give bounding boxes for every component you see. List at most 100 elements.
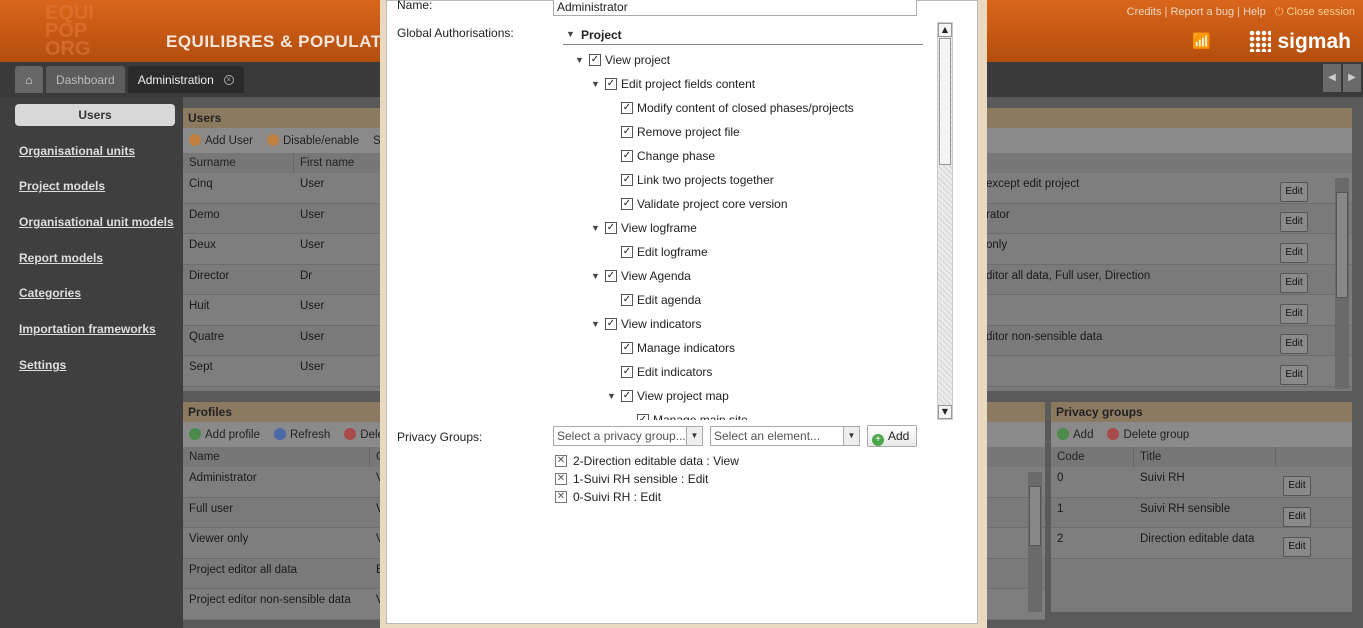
sidebar-item-categories[interactable]: Categories [19, 286, 81, 300]
edit-privacy-group-button[interactable]: Edit [1283, 507, 1311, 527]
close-tab-icon[interactable]: × [223, 74, 234, 85]
report-bug-link[interactable]: Report a bug [1170, 6, 1234, 18]
tree-node[interactable]: ✓ Validate project core version [621, 194, 788, 214]
disable-enable-button[interactable]: Disable/enable [266, 134, 359, 147]
sidebar-item-users[interactable]: Users [15, 104, 175, 126]
sidebar-item-importation-frameworks[interactable]: Importation frameworks [19, 322, 156, 336]
users-scroll-thumb[interactable] [1336, 192, 1348, 298]
chevron-down-icon[interactable]: ▼ [686, 427, 702, 445]
permission-label: Edit indicators [637, 365, 713, 379]
permission-checkbox[interactable]: ✓ [621, 126, 633, 138]
scroll-up-icon[interactable]: ▲ [938, 23, 952, 37]
delete-profile-button[interactable]: Dele [344, 428, 384, 441]
collapse-icon[interactable]: ▼ [566, 29, 576, 39]
remove-icon[interactable]: ✕ [555, 455, 567, 467]
sidebar-item-organisational-units[interactable]: Organisational units [19, 144, 135, 158]
add-privacy-group-button[interactable]: Add [1057, 428, 1093, 441]
scroll-right-icon[interactable]: ▶ [1343, 64, 1361, 92]
remove-icon[interactable]: ✕ [555, 473, 567, 485]
edit-user-button[interactable]: Edit [1280, 243, 1308, 263]
tree-node[interactable]: ▼ ✓ View logframe [591, 218, 697, 238]
chevron-down-icon[interactable]: ▼ [843, 427, 859, 445]
tree-node[interactable]: ▼ ✓ View Agenda [591, 266, 691, 286]
tree-node[interactable]: ▼ ✓ View project map [607, 386, 729, 406]
column-first-name[interactable]: First name [294, 153, 382, 173]
scroll-left-icon[interactable]: ◀ [1323, 64, 1341, 92]
tree-node[interactable]: ▼ ✓ View indicators [591, 314, 701, 334]
column-name[interactable]: Name [183, 447, 370, 467]
admin-sidebar: Users Organisational units Project model… [0, 97, 183, 628]
tab-dashboard[interactable]: Dashboard [46, 66, 125, 93]
tab-administration[interactable]: Administration × [127, 66, 244, 93]
close-session-link[interactable]: Close session [1287, 6, 1355, 18]
profile-name-input[interactable]: Administrator [553, 0, 917, 16]
expand-toggle-icon[interactable]: ▼ [607, 391, 617, 401]
tree-node[interactable]: ✓ Manage main site [637, 410, 748, 420]
column-code[interactable]: Code [1051, 447, 1134, 467]
credits-link[interactable]: Credits [1127, 6, 1162, 18]
expand-toggle-icon[interactable]: ▼ [591, 79, 601, 89]
permission-checkbox[interactable]: ✓ [605, 318, 617, 330]
profiles-scroll-thumb[interactable] [1029, 486, 1041, 546]
privacy-group-select[interactable]: Select a privacy group... ▼ [553, 426, 703, 446]
sidebar-item-project-models[interactable]: Project models [19, 179, 105, 193]
permission-checkbox[interactable]: ✓ [621, 198, 633, 210]
permission-label: Edit project fields content [621, 77, 756, 91]
expand-toggle-icon[interactable]: ▼ [591, 319, 601, 329]
sidebar-item-settings[interactable]: Settings [19, 358, 66, 372]
element-select[interactable]: Select an element... ▼ [710, 426, 860, 446]
scroll-down-icon[interactable]: ▼ [938, 405, 952, 419]
expand-toggle-icon[interactable]: ▼ [575, 55, 585, 65]
tree-node[interactable]: ✓ Edit indicators [621, 362, 712, 382]
delete-group-button[interactable]: Delete group [1107, 428, 1189, 441]
permission-checkbox[interactable]: ✓ [621, 294, 633, 306]
permission-checkbox[interactable]: ✓ [589, 54, 601, 66]
tree-node[interactable]: ▼ ✓ Edit project fields content [591, 74, 755, 94]
column-title[interactable]: Title [1134, 447, 1276, 467]
permission-checkbox[interactable]: ✓ [621, 102, 633, 114]
permission-checkbox[interactable]: ✓ [605, 78, 617, 90]
edit-user-button[interactable]: Edit [1280, 304, 1308, 324]
edit-privacy-group-button[interactable]: Edit [1283, 476, 1311, 496]
remove-icon[interactable]: ✕ [555, 491, 567, 503]
permission-checkbox[interactable]: ✓ [621, 174, 633, 186]
tree-scroll-thumb[interactable] [939, 38, 951, 165]
edit-user-button[interactable]: Edit [1280, 273, 1308, 293]
tree-node[interactable]: ✓ Edit agenda [621, 290, 701, 310]
tree-node[interactable]: ✓ Remove project file [621, 122, 740, 142]
users-scrollbar[interactable] [1335, 178, 1349, 389]
permission-checkbox[interactable]: ✓ [621, 366, 633, 378]
permission-checkbox[interactable]: ✓ [605, 222, 617, 234]
permission-checkbox[interactable]: ✓ [605, 270, 617, 282]
permission-checkbox[interactable]: ✓ [621, 390, 633, 402]
home-tab[interactable]: ⌂ [15, 66, 43, 93]
permission-checkbox[interactable]: ✓ [621, 246, 633, 258]
tree-scrollbar[interactable]: ▲ ▼ [937, 22, 953, 420]
edit-user-button[interactable]: Edit [1280, 182, 1308, 202]
help-link[interactable]: Help [1243, 6, 1266, 18]
tree-node[interactable]: ▼ ✓ View project [575, 50, 670, 70]
add-user-button[interactable]: Add User [189, 134, 253, 147]
expand-toggle-icon[interactable]: ▼ [591, 223, 601, 233]
add-profile-button[interactable]: Add profile [189, 428, 260, 441]
edit-user-button[interactable]: Edit [1280, 334, 1308, 354]
permission-checkbox[interactable]: ✓ [637, 414, 649, 420]
expand-toggle-icon[interactable]: ▼ [591, 271, 601, 281]
permission-checkbox[interactable]: ✓ [621, 342, 633, 354]
profiles-scrollbar[interactable] [1028, 472, 1042, 612]
sidebar-item-report-models[interactable]: Report models [19, 251, 103, 265]
refresh-button[interactable]: Refresh [273, 428, 330, 441]
edit-user-button[interactable]: Edit [1280, 365, 1308, 385]
add-privacy-button[interactable]: + Add [867, 425, 917, 447]
tree-root-project[interactable]: ▼ Project [563, 25, 923, 45]
tree-node[interactable]: ✓ Edit logframe [621, 242, 708, 262]
tree-node[interactable]: ✓ Change phase [621, 146, 715, 166]
edit-privacy-group-button[interactable]: Edit [1283, 537, 1311, 557]
edit-user-button[interactable]: Edit [1280, 212, 1308, 232]
tree-node[interactable]: ✓ Link two projects together [621, 170, 774, 190]
column-surname[interactable]: Surname [183, 153, 294, 173]
tree-node[interactable]: ✓ Manage indicators [621, 338, 735, 358]
tree-node[interactable]: ✓ Modify content of closed phases/project… [621, 98, 854, 118]
sidebar-item-orgunit-models[interactable]: Organisational unit models [19, 215, 174, 229]
permission-checkbox[interactable]: ✓ [621, 150, 633, 162]
